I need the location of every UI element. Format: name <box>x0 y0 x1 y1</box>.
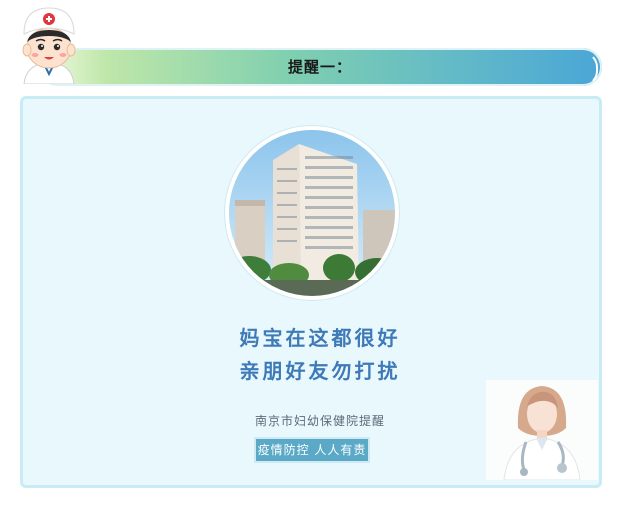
banner-title: 提醒一： <box>287 58 352 76</box>
slogan-line-1: 妈宝在这都很好 <box>239 326 401 350</box>
female-doctor-illustration <box>486 380 598 480</box>
header-banner: 提醒一： <box>38 48 602 86</box>
hospital-building-photo <box>229 130 395 296</box>
epidemic-badge: 疫情防控 人人有责 <box>254 437 370 463</box>
doctor-mascot-icon <box>22 7 76 84</box>
